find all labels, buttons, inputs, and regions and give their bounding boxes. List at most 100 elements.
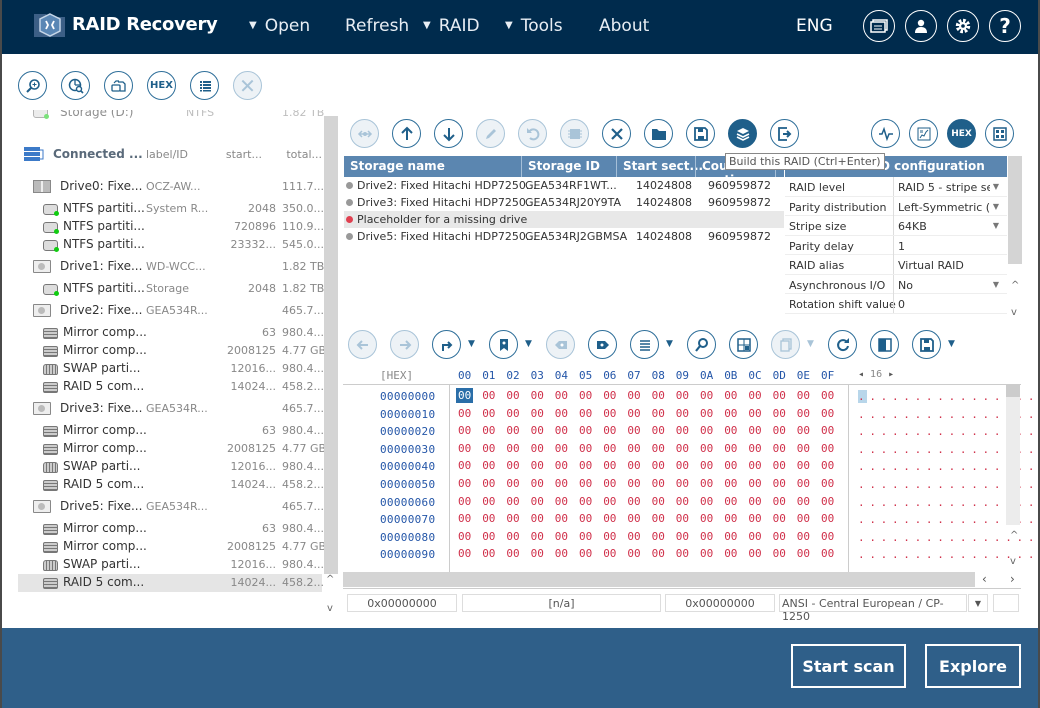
- hex-byte[interactable]: 00: [819, 546, 836, 561]
- hex-byte[interactable]: 00: [504, 476, 521, 491]
- hex-byte[interactable]: 00: [771, 458, 788, 473]
- hex-byte[interactable]: 00: [601, 441, 618, 456]
- hex-view-button[interactable]: HEX: [147, 71, 176, 100]
- grid-view-button[interactable]: [985, 119, 1014, 148]
- config-value[interactable]: 1: [898, 240, 990, 253]
- tree-partition-item[interactable]: Mirror comp... 2008125 4.77 GB: [18, 342, 326, 360]
- drives-grid[interactable]: Storage name Storage ID Start sect... Co…: [344, 156, 784, 245]
- scan-chart-button[interactable]: [61, 71, 90, 100]
- hex-byte[interactable]: 00: [553, 388, 570, 403]
- hex-byte[interactable]: 00: [674, 476, 691, 491]
- dropdown-arrow-icon[interactable]: ▼: [948, 339, 955, 349]
- copy-button[interactable]: [771, 330, 800, 359]
- hex-mode-button[interactable]: HEX: [947, 119, 976, 148]
- hex-byte[interactable]: 00: [722, 388, 739, 403]
- hex-byte[interactable]: 00: [795, 546, 812, 561]
- hex-byte[interactable]: 00: [698, 494, 715, 509]
- hex-byte[interactable]: 00: [819, 476, 836, 491]
- hex-byte[interactable]: 00: [456, 546, 473, 561]
- prev-bookmark-button[interactable]: [546, 330, 575, 359]
- hex-byte[interactable]: 00: [504, 388, 521, 403]
- hex-byte[interactable]: 00: [577, 494, 594, 509]
- remove-button[interactable]: [602, 119, 631, 148]
- hex-byte[interactable]: 00: [456, 494, 473, 509]
- hex-byte[interactable]: 00: [650, 441, 667, 456]
- build-raid-button[interactable]: [728, 119, 757, 148]
- col-storage-id[interactable]: Storage ID: [528, 159, 600, 173]
- hex-byte[interactable]: 00: [650, 529, 667, 544]
- hex-byte[interactable]: 00: [746, 458, 763, 473]
- hex-byte[interactable]: 00: [650, 406, 667, 421]
- hex-byte[interactable]: 00: [480, 406, 497, 421]
- tree-partition-item[interactable]: SWAP parti... 12016... 980.4...: [18, 556, 324, 574]
- config-value[interactable]: Virtual RAID: [898, 259, 990, 272]
- hex-byte[interactable]: 00: [553, 494, 570, 509]
- hex-byte[interactable]: 00: [771, 406, 788, 421]
- forward-button[interactable]: [390, 330, 419, 359]
- hex-byte[interactable]: 00: [529, 458, 546, 473]
- search-button[interactable]: [18, 71, 47, 100]
- hex-byte[interactable]: 00: [722, 511, 739, 526]
- hex-byte[interactable]: 00: [795, 423, 812, 438]
- hex-byte[interactable]: 00: [601, 406, 618, 421]
- hex-byte[interactable]: 00: [746, 511, 763, 526]
- menu-open[interactable]: ▼ Open: [249, 16, 310, 36]
- hex-byte[interactable]: 00: [722, 529, 739, 544]
- tree-scrollbar[interactable]: [324, 116, 338, 574]
- config-row[interactable]: Parity delay 1: [785, 235, 1007, 255]
- tree-partition-item[interactable]: NTFS partiti... 720896 110.9...: [18, 218, 324, 236]
- hex-byte[interactable]: 00: [529, 441, 546, 456]
- panel-toggle-button[interactable]: [870, 330, 899, 359]
- select-block-button[interactable]: [729, 330, 758, 359]
- hex-byte[interactable]: 00: [504, 546, 521, 561]
- menu-raid[interactable]: ▼ RAID: [423, 16, 480, 36]
- tree-partition-item[interactable]: SWAP parti... 12016... 980.4...: [18, 360, 324, 378]
- hex-byte[interactable]: 00: [650, 476, 667, 491]
- save-data-button[interactable]: [912, 330, 941, 359]
- hex-byte[interactable]: 00: [746, 388, 763, 403]
- hex-byte[interactable]: 00: [795, 441, 812, 456]
- config-row[interactable]: RAID level RAID 5 - stripe set ▼: [785, 177, 1007, 197]
- hex-byte[interactable]: 00: [504, 529, 521, 544]
- hex-byte[interactable]: 00: [746, 423, 763, 438]
- hex-byte[interactable]: 00: [504, 494, 521, 509]
- hex-byte[interactable]: 00: [795, 406, 812, 421]
- hex-byte[interactable]: 00: [625, 494, 642, 509]
- hex-scroll-up-icon[interactable]: ^: [1010, 530, 1018, 541]
- entropy-button[interactable]: [909, 119, 938, 148]
- hex-byte[interactable]: 00: [698, 511, 715, 526]
- tree-drive-item[interactable]: Drive1: Fixe... WD-WCC... 1.82 TB: [18, 258, 324, 276]
- hex-byte[interactable]: 00: [625, 406, 642, 421]
- hex-byte[interactable]: 00: [698, 441, 715, 456]
- menu-tools[interactable]: ▼ Tools: [505, 16, 563, 36]
- decrease-icon[interactable]: ◂: [858, 369, 870, 380]
- hex-byte[interactable]: 00: [674, 388, 691, 403]
- hex-byte[interactable]: 00: [819, 494, 836, 509]
- hex-byte[interactable]: 00: [674, 441, 691, 456]
- hex-byte[interactable]: 00: [577, 546, 594, 561]
- hex-byte[interactable]: 00: [480, 529, 497, 544]
- messages-button[interactable]: [863, 10, 895, 42]
- drive-row[interactable]: Drive3: Fixed Hitachi HDP7250... GEA534RJ…: [344, 194, 784, 211]
- move-down-button[interactable]: [434, 119, 463, 148]
- hex-byte[interactable]: 00: [746, 546, 763, 561]
- hex-byte[interactable]: 00: [456, 441, 473, 456]
- hex-byte[interactable]: 00: [529, 476, 546, 491]
- dropdown-arrow-icon[interactable]: ▼: [993, 221, 999, 230]
- hex-byte[interactable]: 00: [746, 406, 763, 421]
- list-button[interactable]: [190, 71, 219, 100]
- hex-byte[interactable]: 00: [480, 458, 497, 473]
- hex-byte[interactable]: 00: [650, 546, 667, 561]
- increase-icon[interactable]: ▸: [882, 369, 894, 380]
- dropdown-arrow-icon[interactable]: ▼: [666, 339, 673, 349]
- close-button[interactable]: ✕: [233, 71, 262, 100]
- hex-scroll-down-icon[interactable]: v: [1010, 556, 1016, 567]
- config-value[interactable]: Left-Symmetric (ba: [898, 201, 990, 214]
- edit-button[interactable]: [476, 119, 505, 148]
- hex-byte[interactable]: 00: [577, 441, 594, 456]
- tree-partition-item[interactable]: NTFS partiti... System R... 2048 350.0...: [18, 200, 324, 218]
- hex-byte[interactable]: 00: [698, 546, 715, 561]
- hex-byte[interactable]: 00: [674, 529, 691, 544]
- hex-byte[interactable]: 00: [771, 511, 788, 526]
- hex-byte[interactable]: 00: [456, 423, 473, 438]
